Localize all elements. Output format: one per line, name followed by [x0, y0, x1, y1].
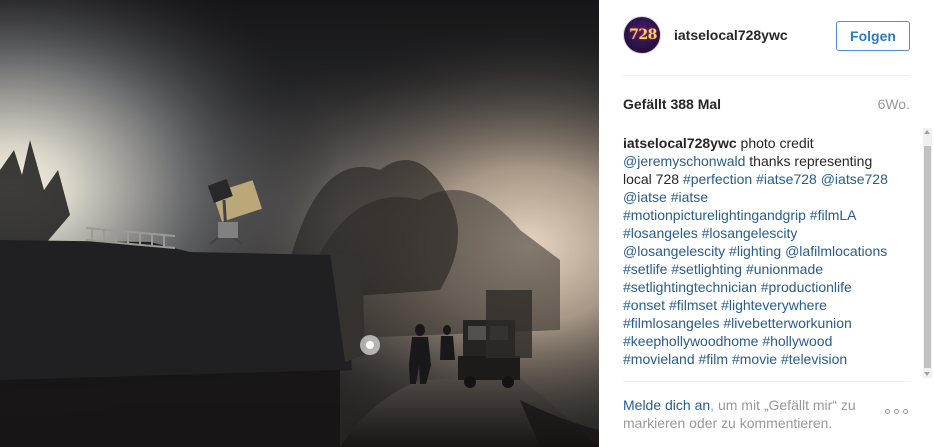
post-time[interactable]: 6Wo. [878, 96, 910, 112]
caption-author[interactable]: iatselocal728ywc [623, 135, 737, 151]
scroll-thumb[interactable] [924, 146, 931, 368]
more-dot-icon [894, 409, 899, 414]
caption-tag-link[interactable]: #setlighting [671, 261, 742, 277]
follow-button[interactable]: Folgen [836, 21, 910, 51]
login-prompt: Melde dich an, um mit „Gefällt mir“ zu m… [623, 396, 875, 432]
caption-tag-link[interactable]: #perfection [683, 171, 752, 187]
caption-tag-link[interactable]: #losangeles [623, 225, 698, 241]
scroll-down-arrow-icon[interactable] [924, 372, 930, 376]
caption-tag-link[interactable]: #livebetterworkunion [723, 315, 851, 331]
login-link[interactable]: Melde dich an [623, 397, 710, 413]
caption-tag-link[interactable]: #lighting [729, 243, 781, 259]
caption-text: photo credit [736, 135, 814, 151]
caption-tag-link[interactable]: #iatse728 [756, 171, 817, 187]
likes-row: Gefällt 388 Mal 6Wo. [623, 96, 910, 114]
caption-tag-link[interactable]: #losangelescity [702, 225, 798, 241]
caption-tag-link[interactable]: #unionmade [746, 261, 823, 277]
caption-tag-link[interactable]: #television [781, 351, 847, 367]
avatar[interactable]: 728 [623, 16, 661, 54]
scroll-up-arrow-icon[interactable] [924, 130, 930, 134]
caption-tag-link[interactable]: #iatse [671, 189, 708, 205]
caption-tag-link[interactable]: #setlightingtechnician [623, 279, 757, 295]
caption-tag-link[interactable]: @iatse [623, 189, 667, 205]
footer-divider [623, 381, 910, 382]
caption-tag-link[interactable]: #filmLA [810, 207, 856, 223]
caption-tag-link[interactable]: #keephollywoodhome [623, 333, 758, 349]
post-sidebar: 728 iatselocal728ywc Folgen Gefällt 388 … [599, 0, 934, 447]
caption-tag-link[interactable]: @losangelescity [623, 243, 725, 259]
caption-body: photo credit @jeremyschonwald thanks rep… [623, 135, 888, 367]
post-caption: iatselocal728ywc photo credit @jeremysch… [623, 134, 891, 368]
caption-tag-link[interactable]: #productionlife [761, 279, 852, 295]
night-set-image [0, 0, 599, 447]
caption-tag-link[interactable]: #movie [732, 351, 777, 367]
username-link[interactable]: iatselocal728ywc [674, 27, 788, 43]
caption-tag-link[interactable]: #film [699, 351, 729, 367]
caption-tag-link[interactable]: #motionpicturelightingandgrip [623, 207, 806, 223]
caption-scrollbar[interactable] [923, 128, 932, 378]
more-options-button[interactable] [885, 404, 911, 418]
header-divider [623, 75, 910, 76]
caption-tag-link[interactable]: @iatse728 [821, 171, 888, 187]
caption-tag-link[interactable]: #movieland [623, 351, 695, 367]
more-dots-icon [885, 409, 890, 414]
caption-tag-link[interactable]: @jeremyschonwald [623, 153, 745, 169]
caption-tag-link[interactable]: #setlife [623, 261, 667, 277]
caption-tag-link[interactable]: #onset [623, 297, 665, 313]
post-photo[interactable] [0, 0, 599, 447]
likes-count[interactable]: Gefällt 388 Mal [623, 96, 721, 112]
caption-tag-link[interactable]: @lafilmlocations [785, 243, 887, 259]
caption-tag-link[interactable]: #filmlosangeles [623, 315, 720, 331]
caption-tag-link[interactable]: #hollywood [762, 333, 832, 349]
more-dot-icon [903, 409, 908, 414]
caption-tag-link[interactable]: #lighteverywhere [721, 297, 827, 313]
caption-scroll-area[interactable]: iatselocal728ywc photo credit @jeremysch… [623, 134, 910, 380]
avatar-logo-text: 728 [629, 27, 657, 43]
post-header: 728 iatselocal728ywc Folgen [623, 16, 910, 56]
caption-tag-link[interactable]: #filmset [669, 297, 717, 313]
